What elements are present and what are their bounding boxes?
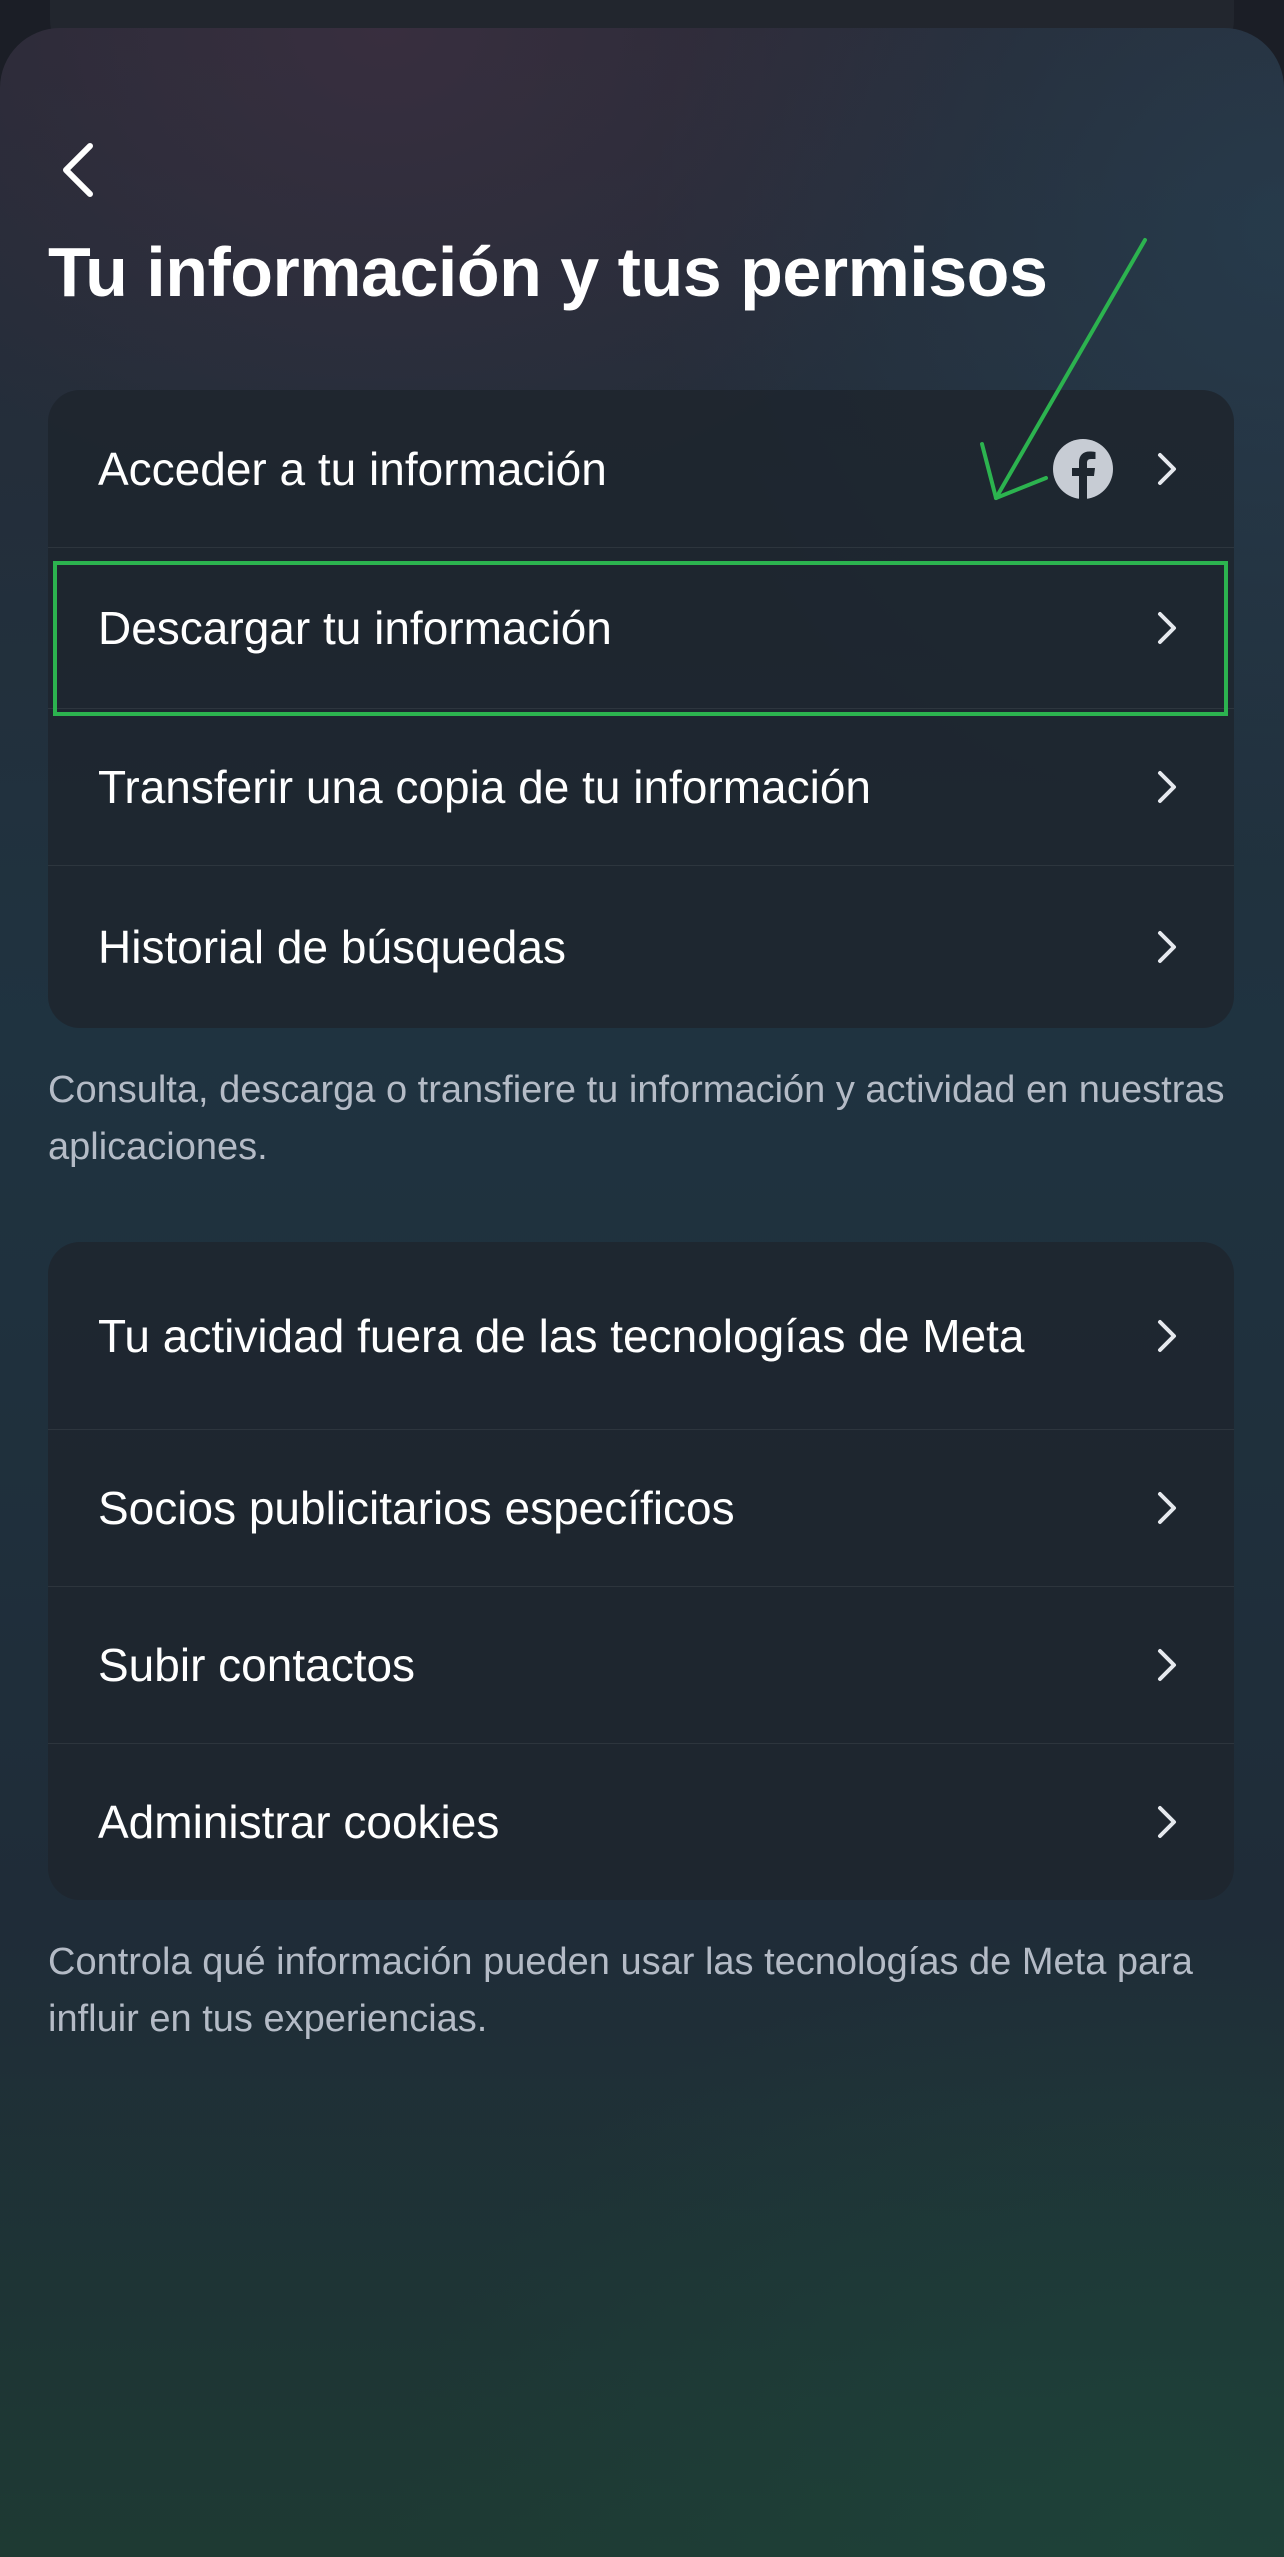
activity-section-description: Controla qué información pueden usar las…: [48, 1941, 1193, 2040]
menu-item-manage-cookies[interactable]: Administrar cookies: [48, 1744, 1234, 1900]
chevron-right-icon: [1158, 931, 1176, 963]
page-title: Tu información y tus permisos: [48, 233, 1048, 311]
menu-item-label: Tu actividad fuera de las tecnologías de…: [98, 1309, 1025, 1362]
menu-item-label: Socios publicitarios específicos: [98, 1482, 735, 1534]
chevron-right-icon: [1158, 612, 1176, 644]
facebook-icon: [1053, 438, 1113, 500]
info-section-description: Consulta, descarga o transfiere tu infor…: [48, 1069, 1225, 1168]
activity-settings-card: Tu actividad fuera de las tecnologías de…: [48, 1242, 1234, 1900]
menu-item-label: Administrar cookies: [98, 1796, 500, 1848]
menu-item-label: Subir contactos: [98, 1639, 416, 1691]
chevron-right-icon: [1158, 1492, 1176, 1524]
menu-item-label: Transferir una copia de tu información: [98, 761, 872, 813]
menu-item-upload-contacts[interactable]: Subir contactos: [48, 1587, 1234, 1744]
chevron-right-icon: [1158, 1649, 1176, 1681]
chevron-left-icon: [63, 143, 93, 197]
menu-item-transfer-copy[interactable]: Transferir una copia de tu información: [48, 709, 1234, 866]
menu-item-access-info[interactable]: Acceder a tu información: [48, 390, 1234, 548]
menu-item-label: Historial de búsquedas: [98, 921, 566, 973]
chevron-right-icon: [1158, 452, 1176, 485]
chevron-right-icon: [1158, 771, 1176, 803]
back-button[interactable]: [48, 140, 108, 200]
menu-item-download-info[interactable]: Descargar tu información: [48, 548, 1234, 709]
menu-item-search-history[interactable]: Historial de búsquedas: [48, 866, 1234, 1028]
chevron-right-icon: [1158, 1806, 1176, 1838]
menu-item-off-meta-activity[interactable]: Tu actividad fuera de las tecnologías de…: [48, 1242, 1234, 1430]
menu-item-ad-partners[interactable]: Socios publicitarios específicos: [48, 1430, 1234, 1587]
menu-item-label: Acceder a tu información: [98, 442, 607, 495]
info-settings-card: Acceder a tu información Descargar tu in…: [48, 390, 1234, 1028]
chevron-right-icon: [1158, 1319, 1176, 1352]
menu-item-label: Descargar tu información: [98, 602, 612, 654]
